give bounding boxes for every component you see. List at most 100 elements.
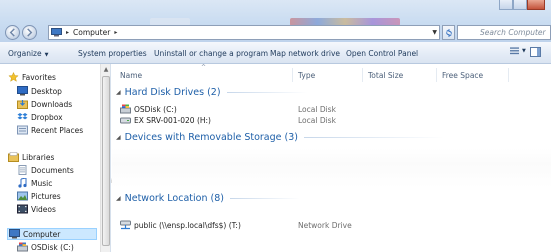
chevron-down-icon: ▼ bbox=[522, 48, 526, 54]
column-header-type[interactable]: Type bbox=[298, 71, 315, 80]
collapse-triangle-icon[interactable]: ◢ bbox=[116, 195, 121, 202]
uninstall-program-button[interactable]: Uninstall or change a program bbox=[154, 49, 268, 58]
chevron-down-icon: ▼ bbox=[44, 52, 49, 58]
collapse-triangle-icon[interactable]: ◢ bbox=[116, 134, 121, 141]
scroll-up-arrow-icon[interactable]: ▲ bbox=[101, 66, 111, 73]
nav-item-desktop[interactable]: Desktop bbox=[17, 86, 62, 96]
view-list-icon bbox=[510, 47, 519, 55]
group-title: Devices with Removable Storage (3) bbox=[124, 132, 298, 143]
list-item-public-network-drive[interactable]: public (\\ensp.local\dfs$) (T:) bbox=[120, 220, 241, 230]
nav-favorites-label: Favorites bbox=[22, 72, 56, 82]
sort-ascending-icon: ^ bbox=[201, 64, 207, 71]
organize-button[interactable]: Organize ▼ bbox=[8, 49, 48, 58]
column-header-total-size[interactable]: Total Size bbox=[368, 71, 403, 80]
window-title-bar: ▸ Computer ▸ ▼ Search Computer bbox=[0, 0, 551, 42]
close-button[interactable] bbox=[527, 0, 545, 10]
breadcrumb-computer[interactable]: Computer bbox=[73, 28, 110, 37]
column-divider[interactable] bbox=[508, 68, 509, 82]
group-header-removable-storage[interactable]: ◢ Devices with Removable Storage (3) bbox=[116, 132, 444, 143]
open-control-panel-button[interactable]: Open Control Panel bbox=[346, 49, 418, 58]
address-dropdown-icon[interactable]: ▼ bbox=[432, 29, 437, 36]
group-divider bbox=[303, 137, 444, 138]
search-input[interactable]: Search Computer bbox=[457, 25, 551, 40]
item-name: OSDisk (C:) bbox=[134, 104, 177, 114]
item-type: Network Drive bbox=[298, 221, 352, 230]
search-placeholder: Search Computer bbox=[480, 28, 546, 37]
nav-item-downloads[interactable]: Downloads bbox=[17, 99, 72, 109]
nav-item-recent-places[interactable]: Recent Places bbox=[17, 125, 83, 135]
libraries-icon bbox=[8, 152, 19, 162]
nav-item-dropbox-label: Dropbox bbox=[31, 112, 63, 122]
column-header-free-space[interactable]: Free Space bbox=[442, 71, 483, 80]
maximize-button[interactable] bbox=[513, 0, 527, 10]
group-title: Network Location (8) bbox=[124, 193, 224, 204]
computer-icon bbox=[51, 28, 62, 37]
window-caption-buttons bbox=[499, 0, 545, 10]
map-network-drive-button[interactable]: Map network drive bbox=[270, 49, 340, 58]
organize-label: Organize bbox=[8, 49, 42, 58]
removable-devices-area bbox=[112, 148, 551, 188]
content-pane: ^ Name Type Total Size Free Space ◢ Hard… bbox=[112, 64, 551, 252]
item-name: EX SRV-001-020 (H:) bbox=[134, 115, 211, 125]
nav-item-pictures-label: Pictures bbox=[31, 191, 61, 201]
list-item-osdisk[interactable]: OSDisk (C:) bbox=[120, 104, 177, 114]
list-item-ex-srv[interactable]: EX SRV-001-020 (H:) bbox=[120, 115, 211, 125]
column-divider[interactable] bbox=[292, 68, 293, 82]
item-type: Local Disk bbox=[298, 105, 336, 114]
dropbox-icon bbox=[17, 113, 28, 120]
breadcrumb-root-arrow[interactable]: ▸ bbox=[66, 29, 69, 36]
system-properties-button[interactable]: System properties bbox=[78, 49, 147, 58]
item-name: public (\\ensp.local\dfs$) (T:) bbox=[134, 220, 241, 230]
music-icon bbox=[18, 178, 27, 188]
forward-button[interactable] bbox=[22, 25, 37, 40]
nav-item-downloads-label: Downloads bbox=[31, 99, 73, 109]
nav-item-osdisk[interactable]: OSDisk (C:) bbox=[17, 242, 74, 252]
minimize-button[interactable] bbox=[499, 0, 513, 10]
refresh-button[interactable] bbox=[442, 25, 455, 40]
nav-item-music[interactable]: Music bbox=[17, 178, 52, 188]
network-drive-icon bbox=[120, 220, 131, 230]
drive-icon bbox=[17, 242, 28, 252]
breadcrumb-trail-arrow[interactable]: ▸ bbox=[114, 29, 117, 36]
nav-item-videos[interactable]: Videos bbox=[17, 204, 56, 214]
group-title: Hard Disk Drives (2) bbox=[124, 87, 221, 98]
desktop-icon bbox=[17, 86, 28, 96]
column-divider[interactable] bbox=[362, 68, 363, 82]
address-bar[interactable]: ▸ Computer ▸ ▼ bbox=[48, 25, 440, 40]
nav-item-videos-label: Videos bbox=[31, 204, 56, 214]
nav-item-desktop-label: Desktop bbox=[31, 86, 62, 96]
nav-item-pictures[interactable]: Pictures bbox=[17, 191, 61, 201]
back-arrow-icon bbox=[9, 28, 15, 37]
drive-icon bbox=[120, 117, 131, 124]
collapse-triangle-icon[interactable]: ◢ bbox=[116, 89, 121, 96]
nav-item-documents-label: Documents bbox=[31, 165, 74, 175]
forward-arrow-icon bbox=[27, 28, 33, 37]
nav-item-dropbox[interactable]: Dropbox bbox=[17, 112, 63, 122]
scroll-thumb[interactable] bbox=[102, 76, 110, 246]
group-header-hard-disk-drives[interactable]: ◢ Hard Disk Drives (2) bbox=[116, 87, 307, 98]
nav-item-recent-places-label: Recent Places bbox=[31, 125, 84, 135]
command-bar: Organize ▼ System properties Uninstall or… bbox=[0, 42, 551, 64]
star-icon bbox=[8, 72, 19, 82]
back-button[interactable] bbox=[5, 25, 20, 40]
nav-favorites[interactable]: Favorites bbox=[8, 72, 56, 82]
nav-libraries[interactable]: Libraries bbox=[8, 152, 54, 162]
documents-icon bbox=[18, 165, 27, 175]
change-view-button[interactable]: ▼ bbox=[510, 47, 526, 55]
group-divider bbox=[229, 198, 300, 199]
group-header-network-location[interactable]: ◢ Network Location (8) bbox=[116, 193, 300, 204]
windows-drive-icon bbox=[120, 104, 131, 114]
navigation-scrollbar[interactable]: ▲ bbox=[100, 64, 110, 252]
nav-item-documents[interactable]: Documents bbox=[17, 165, 74, 175]
nav-item-osdisk-label: OSDisk (C:) bbox=[31, 242, 74, 252]
nav-item-music-label: Music bbox=[31, 178, 53, 188]
refresh-icon bbox=[445, 28, 452, 37]
column-divider[interactable] bbox=[436, 68, 437, 82]
preview-pane-button[interactable] bbox=[530, 47, 541, 57]
column-header-name[interactable]: Name bbox=[120, 71, 142, 80]
nav-computer-label: Computer bbox=[23, 229, 61, 239]
group-divider bbox=[226, 92, 307, 93]
videos-icon bbox=[17, 204, 28, 214]
nav-computer[interactable]: Computer bbox=[7, 228, 97, 240]
recent-places-icon bbox=[17, 125, 28, 135]
